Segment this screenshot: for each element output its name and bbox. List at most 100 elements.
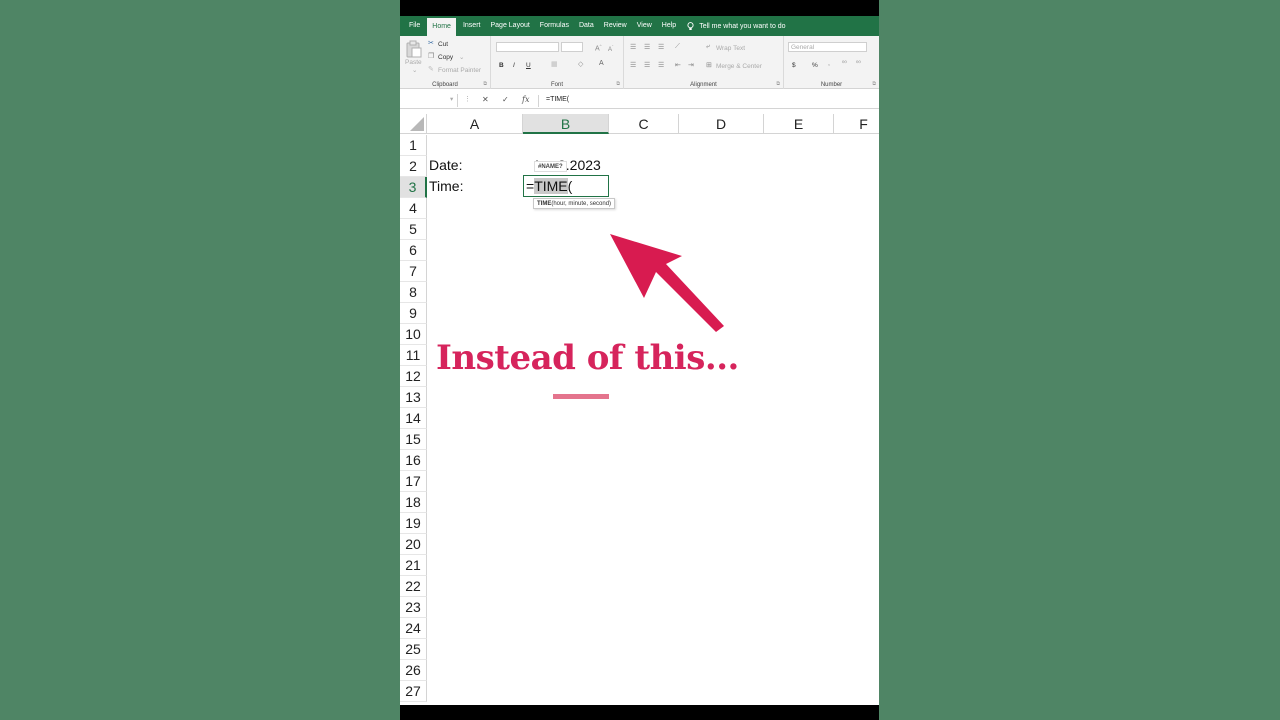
active-cell-b3[interactable]: =TIME( <box>523 175 609 197</box>
column-header-c[interactable]: C <box>609 114 679 134</box>
merge-center-icon[interactable]: ⊞ <box>706 61 712 69</box>
wrap-text-button[interactable]: Wrap Text <box>716 45 745 52</box>
tab-home[interactable]: Home <box>427 18 456 36</box>
column-header-e[interactable]: E <box>764 114 834 134</box>
row-header-17[interactable]: 17 <box>400 471 427 492</box>
column-header-f[interactable]: F <box>834 114 879 134</box>
row-header-1[interactable]: 1 <box>400 135 427 156</box>
row-header-6[interactable]: 6 <box>400 240 427 261</box>
increase-indent-icon[interactable]: ⇥ <box>688 61 694 69</box>
number-launcher-icon[interactable]: ⧉ <box>872 81 876 87</box>
tab-review[interactable]: Review <box>599 16 632 36</box>
clipboard-launcher-icon[interactable]: ⧉ <box>483 81 487 87</box>
select-all-corner[interactable] <box>400 114 427 134</box>
row-header-13[interactable]: 13 <box>400 387 427 408</box>
decrease-indent-icon[interactable]: ⇤ <box>675 61 681 69</box>
row-header-26[interactable]: 26 <box>400 660 427 681</box>
row-header-27[interactable]: 27 <box>400 681 427 702</box>
tab-help[interactable]: Help <box>657 16 681 36</box>
fill-color-icon[interactable]: ◇ <box>578 60 583 68</box>
tab-insert[interactable]: Insert <box>458 16 486 36</box>
row-header-2[interactable]: 2 <box>400 156 427 177</box>
orientation-icon[interactable]: ⟋ <box>675 43 680 51</box>
italic-button[interactable]: I <box>513 62 515 69</box>
underline-button[interactable]: U <box>526 62 531 69</box>
paste-dropdown-icon[interactable]: ⌄ <box>412 66 417 74</box>
paste-icon[interactable] <box>406 40 422 58</box>
align-center-icon[interactable]: ☰ <box>644 61 650 69</box>
row-header-22[interactable]: 22 <box>400 576 427 597</box>
cell-a2[interactable]: Date: <box>429 155 462 176</box>
fx-icon[interactable]: fx <box>522 95 529 104</box>
number-format-select[interactable]: General <box>788 42 867 52</box>
align-left-icon[interactable]: ☰ <box>630 61 636 69</box>
scissors-icon[interactable]: ✂ <box>428 39 434 47</box>
font-color-icon[interactable]: A <box>599 60 604 67</box>
currency-button[interactable]: $ <box>792 62 796 69</box>
percent-button[interactable]: % <box>812 62 818 69</box>
tell-me-label: Tell me what you want to do <box>699 22 786 30</box>
row-header-20[interactable]: 20 <box>400 534 427 555</box>
name-box-dropdown-icon[interactable]: ▾ <box>450 95 453 103</box>
row-header-7[interactable]: 7 <box>400 261 427 282</box>
cell-b3-formula[interactable]: =TIME( <box>526 176 572 196</box>
font-launcher-icon[interactable]: ⧉ <box>616 81 620 87</box>
tab-formulas[interactable]: Formulas <box>535 16 574 36</box>
column-header-b[interactable]: B <box>523 114 609 134</box>
enter-icon[interactable]: ✓ <box>502 95 509 104</box>
copy-dropdown-icon[interactable]: ⌄ <box>459 53 464 61</box>
increase-decimal-icon[interactable]: ⁰⁰ <box>842 60 847 67</box>
cell-a3[interactable]: Time: <box>429 176 463 197</box>
format-painter-icon[interactable]: ✎ <box>428 65 434 73</box>
row-header-5[interactable]: 5 <box>400 219 427 240</box>
decrease-decimal-icon[interactable]: ⁰⁰ <box>856 60 861 67</box>
align-bottom-icon[interactable]: ☰ <box>658 43 664 51</box>
name-box[interactable]: ▾ <box>400 94 458 107</box>
wrap-text-icon[interactable]: ⤶ <box>706 43 710 51</box>
row-header-24[interactable]: 24 <box>400 618 427 639</box>
function-tooltip[interactable]: TIME(hour, minute, second) <box>533 198 616 209</box>
tab-data[interactable]: Data <box>574 16 599 36</box>
merge-center-button[interactable]: Merge & Center <box>716 63 762 70</box>
comma-style-icon[interactable]: , <box>828 60 830 67</box>
tab-page-layout[interactable]: Page Layout <box>485 16 534 36</box>
increase-font-icon[interactable]: A^ <box>595 43 602 52</box>
copy-icon[interactable]: ❐ <box>428 52 434 60</box>
tab-view[interactable]: View <box>632 16 657 36</box>
row-header-23[interactable]: 23 <box>400 597 427 618</box>
tell-me-search[interactable]: Tell me what you want to do <box>687 21 786 31</box>
row-header-25[interactable]: 25 <box>400 639 427 660</box>
row-header-18[interactable]: 18 <box>400 492 427 513</box>
row-header-8[interactable]: 8 <box>400 282 427 303</box>
align-middle-icon[interactable]: ☰ <box>644 43 650 51</box>
row-header-19[interactable]: 19 <box>400 513 427 534</box>
copy-button[interactable]: Copy <box>438 54 453 61</box>
cancel-icon[interactable]: ✕ <box>482 95 489 104</box>
font-name-select[interactable] <box>496 42 559 52</box>
row-header-3[interactable]: 3 <box>400 177 427 198</box>
formula-input[interactable]: =TIME( <box>546 96 569 103</box>
row-header-4[interactable]: 4 <box>400 198 427 219</box>
row-header-9[interactable]: 9 <box>400 303 427 324</box>
decrease-font-icon[interactable]: Aˇ <box>608 44 613 53</box>
cut-button[interactable]: Cut <box>438 41 448 48</box>
row-header-21[interactable]: 21 <box>400 555 427 576</box>
row-header-15[interactable]: 15 <box>400 429 427 450</box>
row-header-10[interactable]: 10 <box>400 324 427 345</box>
font-size-select[interactable] <box>561 42 583 52</box>
paste-label[interactable]: Paste <box>405 59 422 66</box>
align-top-icon[interactable]: ☰ <box>630 43 636 51</box>
borders-icon[interactable]: ▦ <box>551 60 558 68</box>
align-right-icon[interactable]: ☰ <box>658 61 664 69</box>
column-header-a[interactable]: A <box>427 114 523 134</box>
row-header-11[interactable]: 11 <box>400 345 427 366</box>
format-painter-button[interactable]: Format Painter <box>438 67 481 74</box>
tab-file[interactable]: File <box>404 16 425 36</box>
row-header-12[interactable]: 12 <box>400 366 427 387</box>
alignment-launcher-icon[interactable]: ⧉ <box>776 81 780 87</box>
column-header-d[interactable]: D <box>679 114 764 134</box>
number-group: General $ % , ⁰⁰ ⁰⁰ Number ⧉ <box>784 36 879 89</box>
row-header-16[interactable]: 16 <box>400 450 427 471</box>
row-header-14[interactable]: 14 <box>400 408 427 429</box>
bold-button[interactable]: B <box>499 62 504 69</box>
